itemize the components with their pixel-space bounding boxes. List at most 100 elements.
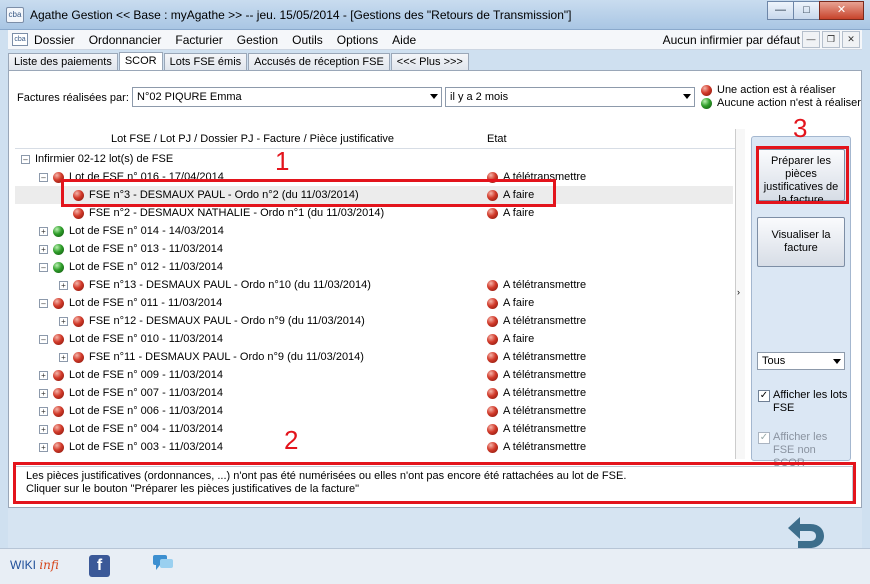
expand-icon[interactable]: + [39,370,48,380]
table-row[interactable]: + Lot de FSE n° 014 - 14/03/2014 [15,222,733,240]
row-state: A faire [503,207,535,219]
wiki-text: WIKI [10,558,36,572]
red-status-icon [53,441,64,453]
table-row[interactable]: – Infirmier 02-12 lot(s) de FSE [15,150,733,168]
table-row[interactable]: + Lot de FSE n° 013 - 11/03/2014 [15,240,733,258]
row-label: Lot de FSE n° 014 - 14/03/2014 [69,225,224,237]
row-state: A télétransmettre [503,387,587,399]
table-row[interactable]: – Lot de FSE n° 011 - 11/03/2014 A faire [15,294,733,312]
table-row[interactable]: + FSE n°13 - DESMAUX PAUL - Ordo n°10 (du… [15,276,733,294]
annotation-label-1: 1 [275,146,290,176]
menu-aide[interactable]: Aide [392,33,416,47]
tab-accuses-reception[interactable]: Accusés de réception FSE [248,53,390,71]
app-icon: cba [6,7,24,23]
red-status-icon [53,387,64,399]
filter-select[interactable]: Tous [757,352,845,370]
row-label: Lot de FSE n° 004 - 11/03/2014 [69,423,224,435]
grid-header: Lot FSE / Lot PJ / Dossier PJ - Facture … [15,129,735,149]
side-panel-toggle[interactable]: › [735,129,745,459]
col-header-lot[interactable]: Lot FSE / Lot PJ / Dossier PJ - Facture … [111,133,394,145]
mdi-restore-icon[interactable]: ❐ [822,31,840,48]
row-label: FSE n°2 - DESMAUX NATHALIE - Ordo n°1 (d… [89,207,385,219]
checkbox-checked-icon[interactable]: ✓ [758,390,770,402]
menu-options[interactable]: Options [337,33,378,47]
red-status-icon [73,315,84,327]
expand-icon[interactable]: + [39,406,48,416]
collapse-icon[interactable]: – [39,262,48,272]
tab-liste-paiements[interactable]: Liste des paiements [8,53,118,71]
row-label: Lot de FSE n° 011 - 11/03/2014 [69,297,223,309]
collapse-icon[interactable]: – [21,154,30,164]
row-state: A télétransmettre [503,369,587,381]
expand-icon[interactable]: + [59,352,68,362]
chevron-down-icon [683,94,691,99]
chevron-down-icon [430,94,438,99]
red-status-icon [487,315,498,327]
maximize-icon[interactable]: □ [793,1,820,20]
red-status-icon [487,441,498,453]
return-arrow-icon[interactable] [778,514,826,550]
table-row[interactable]: + Lot de FSE n° 006 - 11/03/2014 A télétr… [15,402,733,420]
wiki-infi-link[interactable]: WIKI infi [10,558,59,572]
red-status-icon [53,297,64,309]
row-label: FSE n°12 - DESMAUX PAUL - Ordo n°9 (du 1… [89,315,365,327]
table-row[interactable]: – Lot de FSE n° 012 - 11/03/2014 [15,258,733,276]
close-icon[interactable]: ✕ [819,1,864,20]
menu-outils[interactable]: Outils [292,33,323,47]
red-status-icon [73,351,84,363]
row-state: A télétransmettre [503,423,587,435]
table-row[interactable]: + Lot de FSE n° 003 - 11/03/2014 A télétr… [15,438,733,456]
row-label: Lot de FSE n° 003 - 11/03/2014 [69,441,224,453]
scor-panel: Factures réalisées par: N°02 PIQURE Emma… [8,70,862,508]
show-lots-checkbox[interactable]: ✓ Afficher les lots FSE [758,389,850,415]
collapse-icon[interactable]: – [39,334,48,344]
row-label: Lot de FSE n° 012 - 11/03/2014 [69,261,224,273]
menu-dossier[interactable]: Dossier [34,33,75,47]
menu-facturier[interactable]: Facturier [175,33,222,47]
row-state: A télétransmettre [503,405,587,417]
default-nurse-label[interactable]: Aucun infirmier par défaut [663,33,800,47]
tab-scor[interactable]: SCOR [118,52,163,72]
expand-icon[interactable]: + [39,388,48,398]
menu-gestion[interactable]: Gestion [237,33,278,47]
menu-ordonnancier[interactable]: Ordonnancier [89,33,162,47]
facebook-icon[interactable]: f [89,555,110,577]
expand-icon[interactable]: + [39,244,48,254]
table-row[interactable]: + Lot de FSE n° 007 - 11/03/2014 A télétr… [15,384,733,402]
row-label: Lot de FSE n° 009 - 11/03/2014 [69,369,224,381]
green-status-icon [53,243,64,255]
doc-icon[interactable]: cba [12,33,28,46]
mdi-minimize-icon[interactable]: — [802,31,820,48]
row-state: A faire [503,297,535,309]
tab-plus[interactable]: <<< Plus >>> [390,53,469,71]
expand-icon[interactable]: + [39,226,48,236]
collapse-icon[interactable]: – [39,298,48,308]
table-row[interactable]: + Lot de FSE n° 009 - 11/03/2014 A télétr… [15,366,733,384]
period-select[interactable]: il y a 2 mois [445,87,695,107]
minimize-icon[interactable]: — [767,1,794,20]
expand-icon[interactable]: + [39,424,48,434]
red-status-icon [487,351,498,363]
chevron-down-icon [833,359,841,364]
table-row[interactable]: + FSE n°12 - DESMAUX PAUL - Ordo n°9 (du … [15,312,733,330]
row-label: Lot de FSE n° 006 - 11/03/2014 [69,405,224,417]
nurse-select[interactable]: N°02 PIQURE Emma [132,87,442,107]
red-status-icon [487,297,498,309]
expand-icon[interactable]: + [59,316,68,326]
tab-lots-fse-emis[interactable]: Lots FSE émis [163,53,248,71]
nurse-select-value: N°02 PIQURE Emma [137,91,242,103]
table-row[interactable]: + Lot de FSE n° 004 - 11/03/2014 A télétr… [15,420,733,438]
table-row[interactable]: + FSE n°11 - DESMAUX PAUL - Ordo n°9 (du … [15,348,733,366]
expand-icon[interactable]: + [39,442,48,452]
mdi-close-icon[interactable]: ✕ [842,31,860,48]
title-bar: cba Agathe Gestion << Base : myAgathe >>… [0,0,870,30]
table-row[interactable]: – Lot de FSE n° 010 - 11/03/2014 A faire [15,330,733,348]
collapse-icon[interactable]: – [39,172,48,182]
show-lots-label: Afficher les lots FSE [773,389,848,414]
col-header-etat[interactable]: Etat [487,133,507,145]
chat-icon[interactable] [152,554,174,572]
expand-icon[interactable]: + [59,280,68,290]
row-state: A télétransmettre [503,315,587,327]
red-status-icon [487,333,498,345]
view-invoice-button[interactable]: Visualiser la facture [757,217,845,267]
